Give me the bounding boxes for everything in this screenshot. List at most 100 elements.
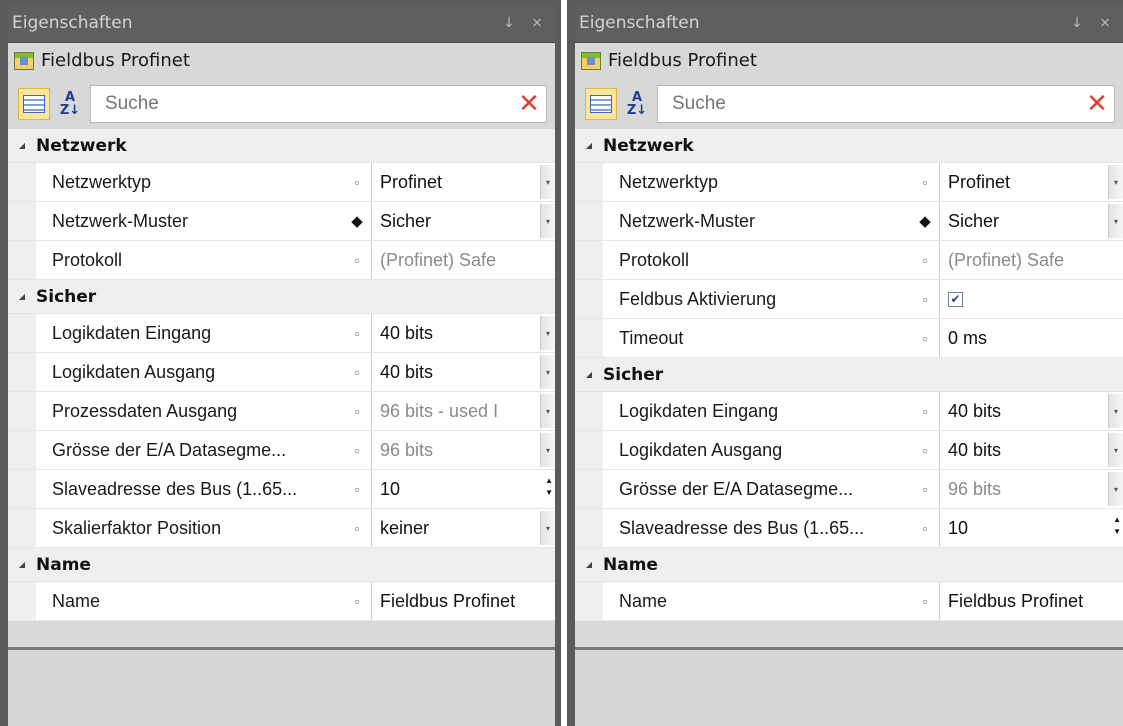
property-row[interactable]: Grösse der E/A Datasegme... ▫ 96 bits ▾ xyxy=(575,470,1123,509)
collapse-icon[interactable]: ◢ xyxy=(8,292,36,301)
dropdown-arrow-icon[interactable]: ▾ xyxy=(540,511,555,545)
collapse-icon[interactable]: ◢ xyxy=(575,141,603,150)
property-row[interactable]: Netzwerktyp ▫ Profinet ▾ xyxy=(575,163,1123,202)
property-row[interactable]: Logikdaten Eingang ▫ 40 bits ▾ xyxy=(8,314,555,353)
property-value[interactable]: 40 bits ▾ xyxy=(371,353,555,391)
default-marker-icon[interactable]: ▫ xyxy=(911,331,939,346)
category-name[interactable]: ◢ Name xyxy=(575,548,1123,582)
collapse-icon[interactable]: ◢ xyxy=(8,560,36,569)
spinner-icon[interactable]: ▲ ▼ xyxy=(1113,514,1121,538)
property-row[interactable]: Name ▫ Fieldbus Profinet xyxy=(8,582,555,621)
property-value[interactable]: Sicher ▾ xyxy=(371,202,555,240)
close-icon[interactable]: × xyxy=(1099,15,1117,31)
collapse-icon[interactable]: ◢ xyxy=(575,370,603,379)
spinner-icon[interactable]: ▲ ▼ xyxy=(545,475,553,499)
object-title-bar: Fieldbus Profinet xyxy=(575,43,1123,79)
property-value[interactable]: 10 ▲ ▼ xyxy=(371,470,555,508)
property-row[interactable]: Feldbus Aktivierung ▫ ✔ xyxy=(575,280,1123,319)
property-row[interactable]: Prozessdaten Ausgang ▫ 96 bits - used I ▾ xyxy=(8,392,555,431)
property-value-text: 10 xyxy=(948,517,969,538)
dropdown-arrow-icon[interactable]: ▾ xyxy=(1108,165,1123,199)
property-row[interactable]: Timeout ▫ 0 ms xyxy=(575,319,1123,358)
dropdown-arrow-icon[interactable]: ▾ xyxy=(540,204,555,238)
dropdown-arrow-icon[interactable]: ▾ xyxy=(540,316,555,350)
property-value[interactable]: Profinet ▾ xyxy=(371,163,555,201)
default-marker-icon[interactable]: ▫ xyxy=(343,365,371,380)
default-marker-icon[interactable]: ▫ xyxy=(911,292,939,307)
pin-icon[interactable]: ↓ xyxy=(1071,15,1089,31)
category-sicher[interactable]: ◢ Sicher xyxy=(8,280,555,314)
activation-checkbox[interactable]: ✔ xyxy=(948,291,963,307)
alphabetical-sort-button[interactable]: A Z↓ xyxy=(54,88,86,120)
property-row[interactable]: Netzwerktyp ▫ Profinet ▾ xyxy=(8,163,555,202)
category-label: Netzwerk xyxy=(603,135,694,156)
category-name[interactable]: ◢ Name xyxy=(8,548,555,582)
property-value[interactable]: 40 bits ▾ xyxy=(939,392,1123,430)
default-marker-icon[interactable]: ▫ xyxy=(343,443,371,458)
property-value[interactable]: 40 bits ▾ xyxy=(939,431,1123,469)
dropdown-arrow-icon[interactable]: ▾ xyxy=(1108,433,1123,467)
alphabetical-sort-button[interactable]: A Z↓ xyxy=(621,88,653,120)
property-toolbar: AZ↓ ✕ xyxy=(8,79,555,129)
default-marker-icon[interactable]: ▫ xyxy=(343,175,371,190)
dropdown-arrow-icon[interactable]: ▾ xyxy=(540,355,555,389)
property-row[interactable]: Protokoll ▫ (Profinet) Safe xyxy=(8,241,555,280)
clear-search-icon[interactable]: ✕ xyxy=(1080,89,1114,119)
default-marker-icon[interactable]: ▫ xyxy=(911,594,939,609)
property-row[interactable]: Logikdaten Eingang ▫ 40 bits ▾ xyxy=(575,392,1123,431)
default-marker-icon[interactable]: ▫ xyxy=(911,404,939,419)
property-value[interactable]: 0 ms xyxy=(939,319,1123,357)
property-value[interactable]: 10 ▲ ▼ xyxy=(939,509,1123,547)
property-row[interactable]: Netzwerk-Muster ◆ Sicher ▾ xyxy=(8,202,555,241)
default-marker-icon[interactable]: ▫ xyxy=(343,326,371,341)
property-row[interactable]: Protokoll ▫ (Profinet) Safe xyxy=(575,241,1123,280)
dropdown-arrow-icon[interactable]: ▾ xyxy=(1108,394,1123,428)
property-row[interactable]: Grösse der E/A Datasegme... ▫ 96 bits ▾ xyxy=(8,431,555,470)
property-row[interactable]: Logikdaten Ausgang ▫ 40 bits ▾ xyxy=(8,353,555,392)
property-row[interactable]: Netzwerk-Muster ◆ Sicher ▾ xyxy=(575,202,1123,241)
property-row[interactable]: Slaveadresse des Bus (1..65... ▫ 10 ▲ ▼ xyxy=(8,470,555,509)
default-marker-icon[interactable]: ▫ xyxy=(343,482,371,497)
property-value[interactable]: keiner ▾ xyxy=(371,509,555,547)
default-marker-icon[interactable]: ▫ xyxy=(911,175,939,190)
modified-marker-icon[interactable]: ◆ xyxy=(343,212,371,230)
modified-marker-icon[interactable]: ◆ xyxy=(911,212,939,230)
collapse-icon[interactable]: ◢ xyxy=(575,560,603,569)
category-netzwerk[interactable]: ◢ Netzwerk xyxy=(575,129,1123,163)
property-value[interactable]: Sicher ▾ xyxy=(939,202,1123,240)
collapse-icon[interactable]: ◢ xyxy=(8,141,36,150)
category-netzwerk[interactable]: ◢ Netzwerk xyxy=(8,129,555,163)
property-row[interactable]: Logikdaten Ausgang ▫ 40 bits ▾ xyxy=(575,431,1123,470)
default-marker-icon[interactable]: ▫ xyxy=(911,443,939,458)
default-marker-icon[interactable]: ▫ xyxy=(911,521,939,536)
dropdown-arrow-icon[interactable]: ▾ xyxy=(1108,204,1123,238)
panel-title: Eigenschaften xyxy=(579,13,700,33)
property-value[interactable]: ✔ xyxy=(939,280,1123,318)
pin-icon[interactable]: ↓ xyxy=(503,15,521,31)
properties-panel-left: Eigenschaften ↓ × Fieldbus Profinet A Z↓ … xyxy=(0,0,561,726)
search-input[interactable] xyxy=(103,92,512,116)
search-input[interactable] xyxy=(670,92,1080,116)
close-icon[interactable]: × xyxy=(531,15,549,31)
categorized-view-button[interactable] xyxy=(18,88,50,120)
default-marker-icon[interactable]: ▫ xyxy=(911,482,939,497)
default-marker-icon[interactable]: ▫ xyxy=(343,521,371,536)
property-value[interactable]: Fieldbus Profinet xyxy=(371,582,555,620)
clear-search-icon[interactable]: ✕ xyxy=(512,89,546,119)
property-row[interactable]: Skalierfaktor Position ▫ keiner ▾ xyxy=(8,509,555,548)
panel-titlebar[interactable]: Eigenschaften ↓ × xyxy=(575,6,1123,43)
dropdown-arrow-icon[interactable]: ▾ xyxy=(540,165,555,199)
default-marker-icon[interactable]: ▫ xyxy=(343,404,371,419)
panel-titlebar[interactable]: Eigenschaften ↓ × xyxy=(8,6,555,43)
object-title: Fieldbus Profinet xyxy=(41,50,190,71)
default-marker-icon[interactable]: ▫ xyxy=(343,253,371,268)
default-marker-icon[interactable]: ▫ xyxy=(343,594,371,609)
categorized-view-button[interactable] xyxy=(585,88,617,120)
property-row[interactable]: Slaveadresse des Bus (1..65... ▫ 10 ▲ ▼ xyxy=(575,509,1123,548)
property-value[interactable]: 40 bits ▾ xyxy=(371,314,555,352)
category-sicher[interactable]: ◢ Sicher xyxy=(575,358,1123,392)
property-value[interactable]: Profinet ▾ xyxy=(939,163,1123,201)
property-row[interactable]: Name ▫ Fieldbus Profinet xyxy=(575,582,1123,621)
default-marker-icon[interactable]: ▫ xyxy=(911,253,939,268)
property-value[interactable]: Fieldbus Profinet xyxy=(939,582,1123,620)
